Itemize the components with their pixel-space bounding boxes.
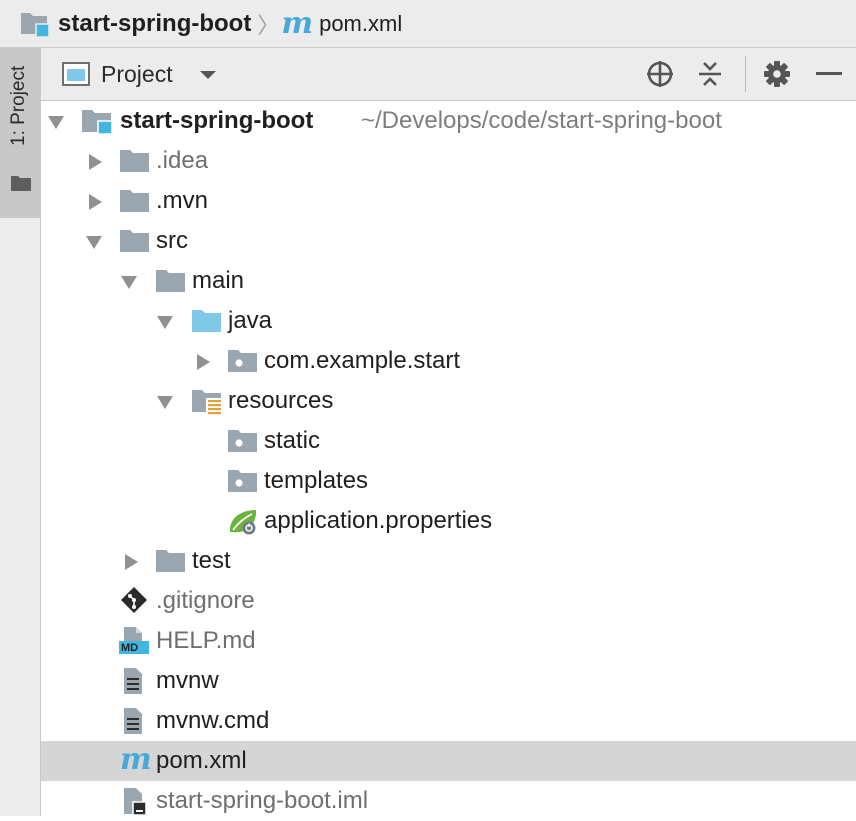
minimize-icon [816,72,842,75]
markdown-badge-text: MD [121,642,139,654]
tree-item-label: resources [228,387,334,414]
expand-arrow-closed-icon[interactable] [86,193,104,211]
tree-item-label: test [192,547,231,574]
module-folder-icon [21,12,50,38]
expand-arrow-open-icon[interactable] [120,273,138,291]
expand-arrow-open-icon[interactable] [47,113,65,131]
text-file-icon [124,708,142,734]
folder-icon [120,190,149,212]
tree-item-resources[interactable]: resources [41,381,856,421]
tree-root[interactable]: start-spring-boot ~/Develops/code/start-… [41,101,856,141]
tree-item-static[interactable]: static [41,421,856,461]
iml-file-icon [124,788,147,815]
folder-icon [120,150,149,172]
tree-item-label: main [192,267,245,294]
locate-icon [647,61,673,87]
breadcrumb-file-label: pom.xml [319,10,403,36]
settings-button[interactable] [759,56,795,92]
maven-icon: m [281,5,314,41]
tree-item-label: start-spring-boot.iml [156,787,369,814]
folder-icon [11,176,31,191]
project-view-selector[interactable]: Project [101,61,173,88]
locate-button[interactable] [642,56,678,92]
tree-item-test[interactable]: test [41,541,856,581]
text-file-icon [124,668,142,694]
header-divider [745,56,746,92]
breadcrumb-project-label: start-spring-boot [58,9,252,37]
tree-item-label: HELP.md [156,627,256,654]
breadcrumb-file[interactable]: m pom.xml [281,0,402,48]
tree-item-label: java [228,307,273,334]
folder-icon [156,270,185,292]
tree-item-label: .idea [156,147,209,174]
tree-item-iml[interactable]: start-spring-boot.iml [41,781,856,821]
breadcrumb-separator: 〉 [257,12,280,38]
git-icon [121,587,147,613]
package-icon [228,470,257,492]
expand-arrow-open-icon[interactable] [156,393,174,411]
expand-arrow-open-icon[interactable] [85,233,103,251]
tree-root-path: ~/Develops/code/start-spring-boot [361,107,722,134]
chevron-down-icon[interactable] [199,70,217,80]
tree-item-label: application.properties [264,507,493,534]
tree-item-label: mvnw [156,667,219,694]
tree-item-templates[interactable]: templates [41,461,856,501]
tree-item-main[interactable]: main [41,261,856,301]
tree-item-mvn[interactable]: .mvn [41,181,856,221]
navigation-bar: start-spring-boot 〉 m pom.xml [0,0,856,48]
folder-icon [120,230,149,252]
package-icon [228,350,257,372]
tree-item-help-md[interactable]: MD HELP.md [41,621,856,661]
tree-item-application-properties[interactable]: application.properties [41,501,856,541]
tree-item-gitignore[interactable]: .gitignore [41,581,856,621]
tree-root-label: start-spring-boot [120,107,314,134]
collapse-all-button[interactable] [692,56,728,92]
folder-icon [156,550,185,572]
tree-item-java[interactable]: java [41,301,856,341]
package-icon [228,430,257,452]
breadcrumb-project[interactable]: start-spring-boot [20,0,251,48]
tree-item-label: .gitignore [156,587,255,614]
tree-item-package[interactable]: com.example.start [41,341,856,381]
tree-item-pom-xml[interactable]: m pom.xml [41,741,856,781]
tool-window-strip: 1: Project [0,48,41,816]
tree-item-label: templates [264,467,369,494]
tree-item-idea[interactable]: .idea [41,141,856,181]
expand-arrow-closed-icon[interactable] [122,553,140,571]
tree-item-src[interactable]: src [41,221,856,261]
tree-item-label: .mvn [156,187,209,214]
hide-panel-button[interactable] [811,56,847,92]
expand-arrow-closed-icon[interactable] [86,153,104,171]
maven-icon: m [120,742,152,777]
spring-leaf-icon [229,510,257,535]
tree-item-mvnw[interactable]: mvnw [41,661,856,701]
tab-project[interactable]: 1: Project [0,48,40,218]
tree-item-label: src [156,227,188,254]
tree-item-label: pom.xml [156,747,247,774]
tree-item-label: com.example.start [264,347,461,374]
source-folder-icon [192,310,221,332]
expand-arrow-closed-icon[interactable] [194,353,212,371]
expand-arrow-open-icon[interactable] [156,313,174,331]
project-tab-label: 1: Project [8,66,29,147]
project-panel-header: Project [41,48,856,101]
project-view-icon [62,62,90,86]
project-tree: start-spring-boot ~/Develops/code/start-… [41,101,856,816]
gear-icon [764,61,790,87]
resources-folder-icon [192,390,222,415]
collapse-icon [699,62,721,86]
module-folder-icon [82,110,113,135]
tree-item-label: mvnw.cmd [156,707,270,734]
tree-item-mvnw-cmd[interactable]: mvnw.cmd [41,701,856,741]
tree-item-label: static [264,427,321,454]
